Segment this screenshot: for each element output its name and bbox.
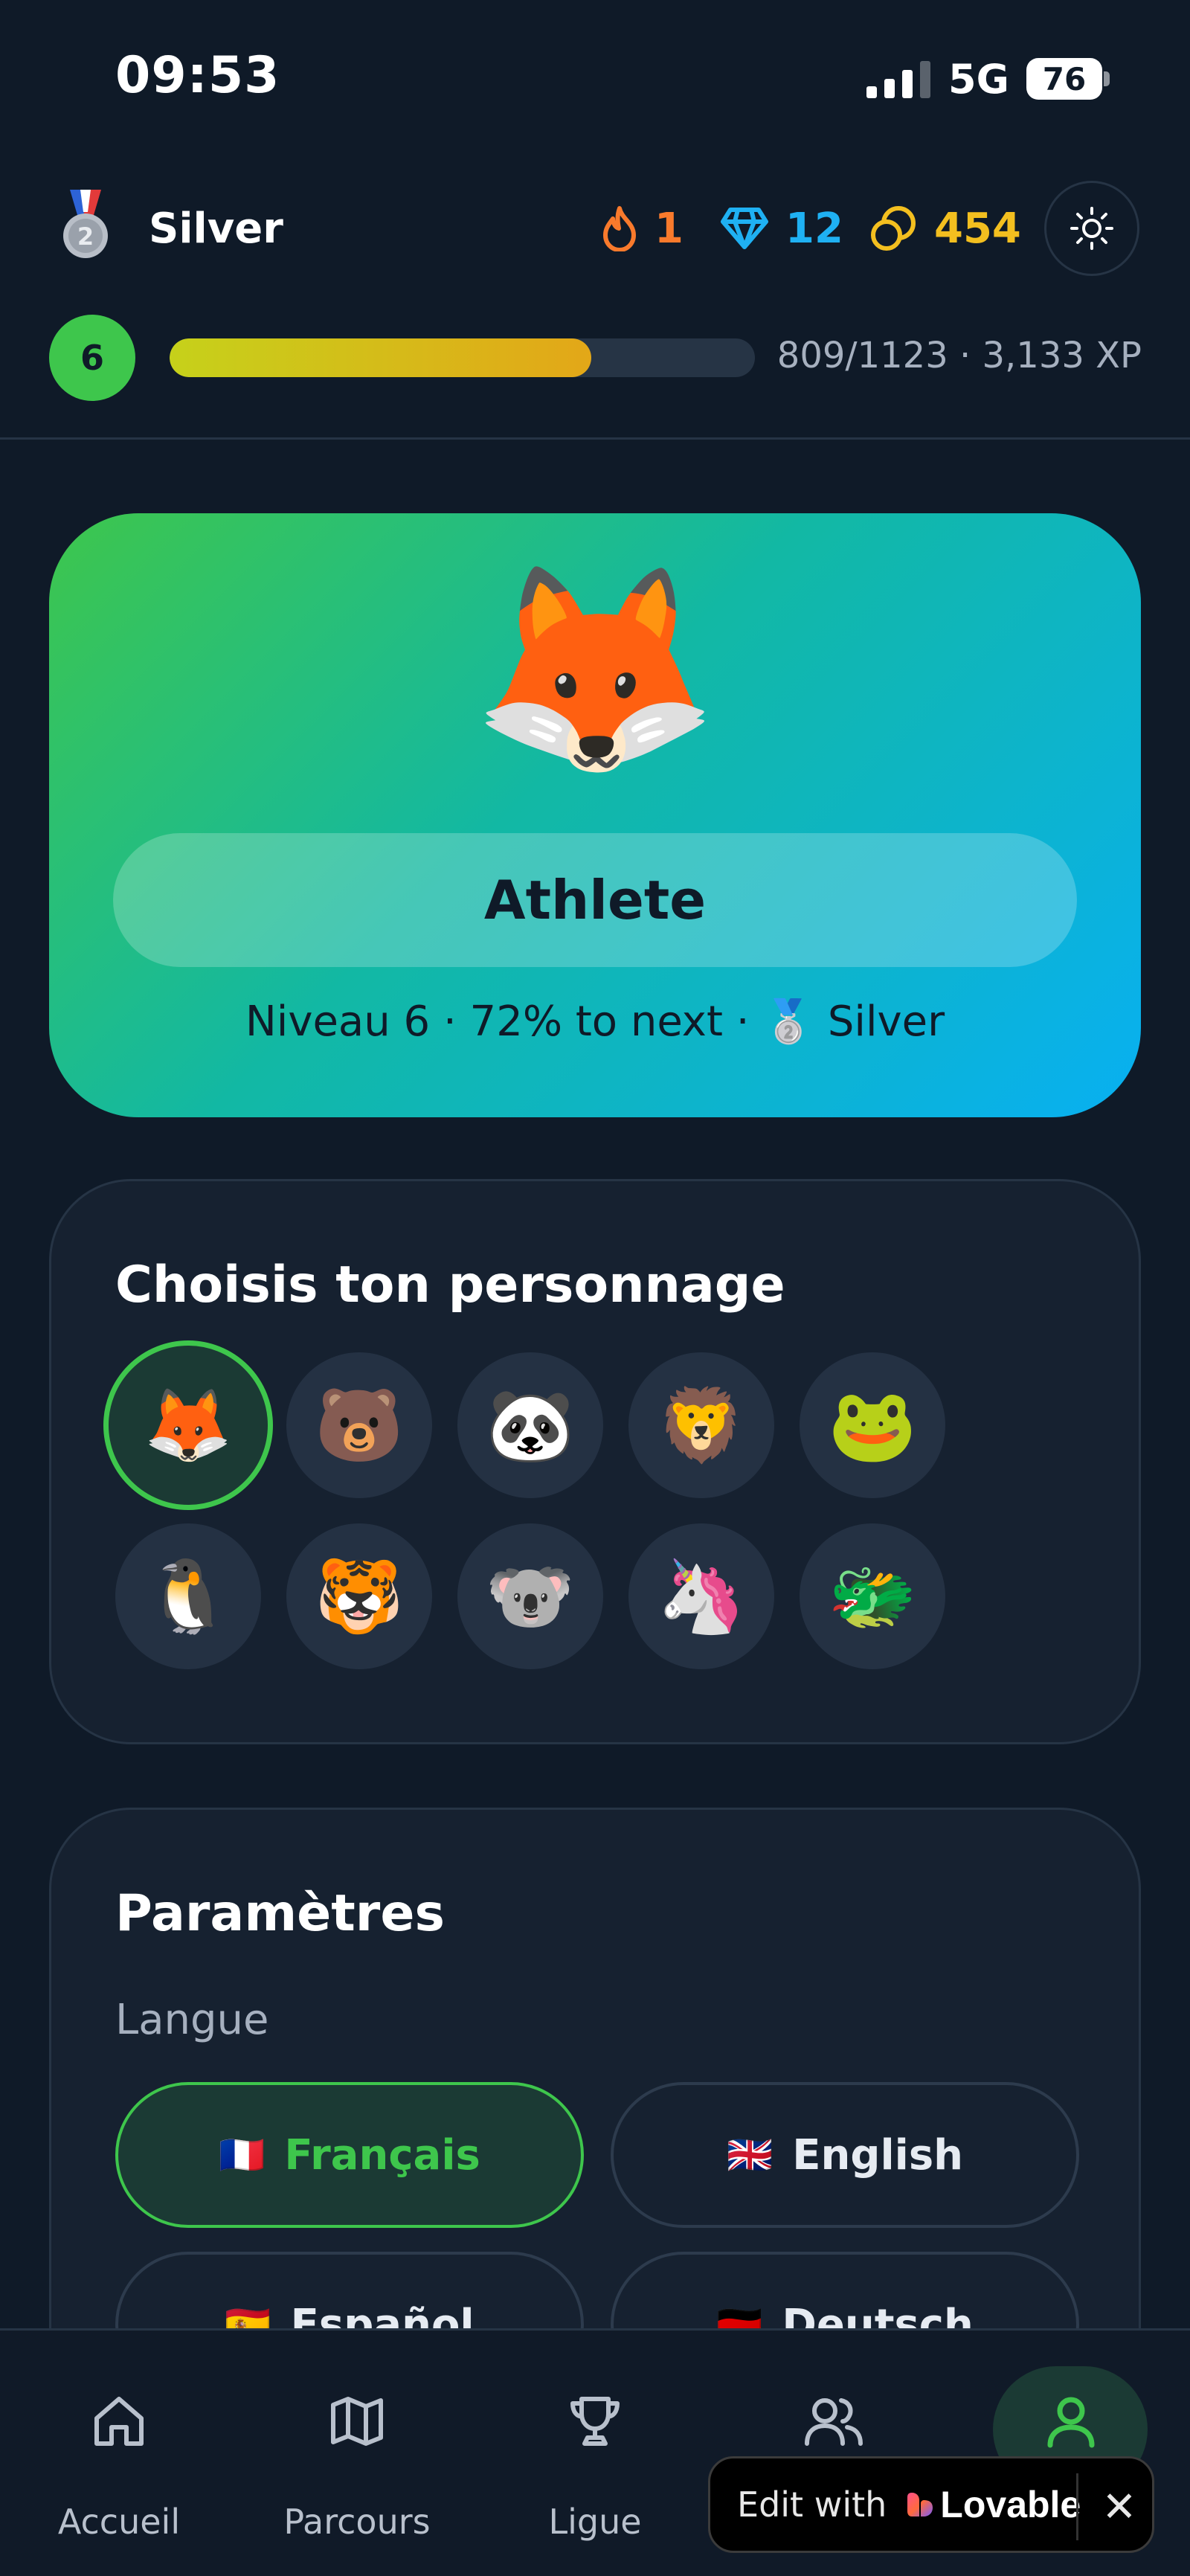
coins-counter[interactable]: 454 — [869, 202, 1021, 254]
language-option-0[interactable]: 🇫🇷 Français — [115, 2082, 584, 2228]
flag-icon: 🇫🇷 — [219, 2133, 266, 2177]
profile-title[interactable]: Athlete — [113, 833, 1077, 967]
header-divider — [0, 437, 1190, 440]
nav-label-parcours: Parcours — [283, 2502, 431, 2542]
network-label: 5G — [948, 56, 1009, 103]
level-summary: Niveau 6 · 72% to next · 🥈 Silver — [245, 998, 945, 1046]
streak-value: 1 — [654, 204, 684, 253]
language-label: Langue — [115, 1996, 269, 2044]
character-option-unicorn[interactable]: 🦄 — [628, 1523, 774, 1669]
lovable-badge-text: Edit with — [737, 2485, 887, 2525]
language-option-1[interactable]: 🇬🇧 English — [611, 2082, 1079, 2228]
character-picker-card: Choisis ton personnage 🦊 🐻 🐼 🦁 🐸 🐧 🐯 🐨 🦄 🐲 — [49, 1179, 1141, 1744]
xp-text: 809/1123 · 3,133 XP — [776, 335, 1142, 376]
trophy-icon — [570, 2397, 620, 2446]
status-time: 09:53 — [115, 46, 280, 105]
map-icon — [331, 2397, 383, 2446]
league-label: Silver — [149, 205, 283, 253]
character-picker-title: Choisis ton personnage — [115, 1256, 785, 1314]
coins-icon — [871, 206, 916, 251]
edit-with-lovable-badge[interactable]: Edit with Lovable ✕ — [708, 2456, 1154, 2553]
profile-hero-card: 🦊 Athlete Niveau 6 · 72% to next · 🥈 Sil… — [49, 513, 1141, 1117]
character-option-lion[interactable]: 🦁 — [628, 1352, 774, 1498]
level-badge: 6 — [49, 315, 135, 401]
silver-medal-icon: 2 — [63, 190, 108, 258]
users-icon — [805, 2398, 863, 2446]
character-option-fox[interactable]: 🦊 — [103, 1340, 273, 1510]
home-icon — [94, 2397, 144, 2446]
sun-icon — [1070, 207, 1113, 250]
character-option-frog[interactable]: 🐸 — [800, 1352, 945, 1498]
coins-value: 454 — [934, 204, 1021, 253]
lovable-heart-icon — [907, 2493, 933, 2516]
settings-title: Paramètres — [115, 1884, 445, 1943]
battery-icon: 76 — [1026, 58, 1110, 100]
theme-toggle-button[interactable] — [1044, 181, 1139, 276]
character-option-koala[interactable]: 🐨 — [457, 1523, 603, 1669]
nav-label-home: Accueil — [57, 2502, 181, 2542]
gems-counter[interactable]: 12 — [720, 202, 843, 254]
nav-item-parcours[interactable]: Parcours — [238, 2331, 476, 2576]
xp-progress-bar — [170, 338, 755, 377]
xp-progress-fill — [170, 338, 591, 377]
svg-text:2: 2 — [77, 222, 94, 251]
gems-value: 12 — [785, 204, 843, 253]
battery-level: 76 — [1042, 61, 1087, 97]
language-label-0: Français — [284, 2130, 480, 2180]
character-option-penguin[interactable]: 🐧 — [115, 1523, 261, 1669]
nav-item-home[interactable]: Accueil — [0, 2331, 238, 2576]
nav-label-ligue: Ligue — [548, 2502, 642, 2542]
close-icon[interactable]: ✕ — [1090, 2458, 1149, 2555]
streak-counter[interactable]: 1 — [601, 202, 684, 254]
character-option-panda[interactable]: 🐼 — [457, 1352, 603, 1498]
signal-icon — [866, 61, 930, 98]
lovable-logo: Lovable — [906, 2483, 1081, 2526]
lovable-divider — [1076, 2473, 1078, 2540]
character-option-dragon[interactable]: 🐲 — [800, 1523, 945, 1669]
flag-icon: 🇬🇧 — [726, 2133, 774, 2177]
lovable-brand: Lovable — [940, 2484, 1081, 2525]
character-option-bear[interactable]: 🐻 — [286, 1352, 432, 1498]
profile-icon — [1047, 2397, 1095, 2448]
hero-avatar: 🦊 — [469, 552, 721, 786]
nav-item-ligue[interactable]: Ligue — [476, 2331, 714, 2576]
gem-icon — [721, 208, 768, 249]
language-label-1: English — [792, 2130, 964, 2180]
character-option-tiger[interactable]: 🐯 — [286, 1523, 432, 1669]
flame-icon — [603, 206, 636, 251]
